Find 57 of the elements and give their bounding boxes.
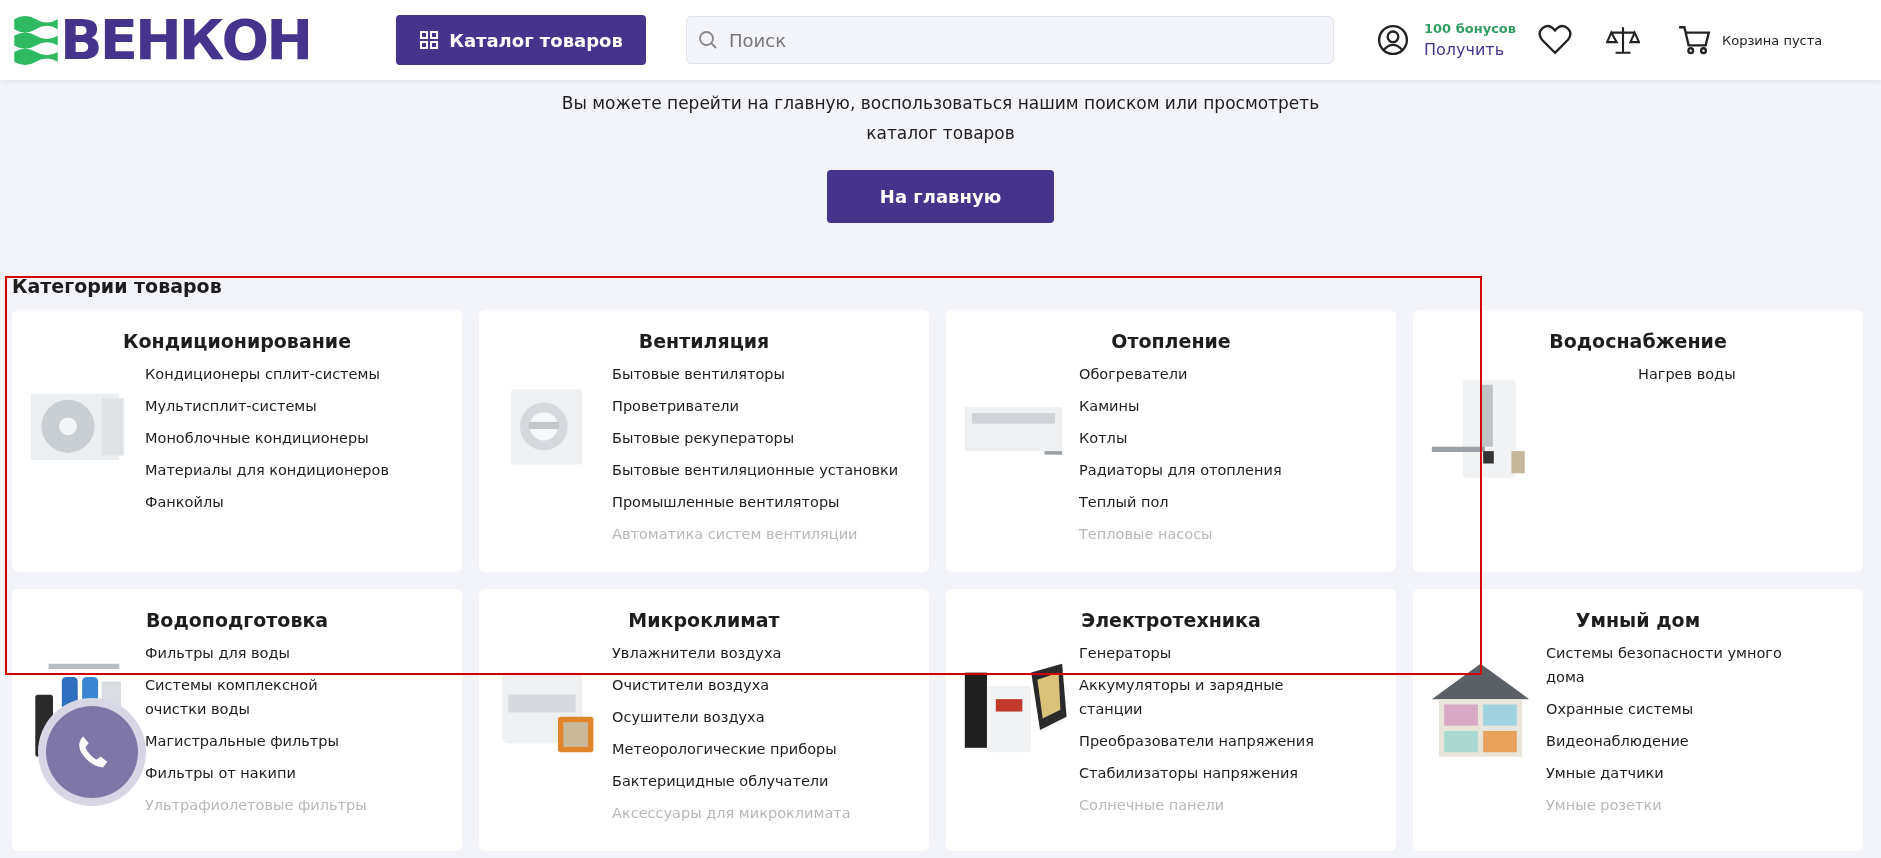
category-title[interactable]: Водоподготовка — [12, 609, 462, 631]
subcategory-link[interactable]: Обогреватели — [1079, 362, 1282, 386]
search-icon — [698, 30, 718, 50]
category-title[interactable]: Вентиляция — [479, 330, 929, 352]
subcategory-link[interactable]: Камины — [1079, 394, 1282, 418]
subcategory-link[interactable]: Стабилизаторы напряжения — [1079, 761, 1319, 785]
bonus-amount: 100 бонусов — [1424, 21, 1516, 36]
grid-icon — [419, 30, 440, 50]
subcategory-link[interactable]: Увлажнители воздуха — [612, 641, 851, 665]
subcategory-link[interactable]: Бытовые вентиляторы — [612, 362, 899, 386]
subcategory-link[interactable]: Генераторы — [1079, 641, 1319, 665]
subcategory-link[interactable]: Фильтры от накипи — [145, 761, 380, 785]
category-title[interactable]: Отопление — [946, 330, 1396, 352]
subcategory-link[interactable]: Очистители воздуха — [612, 673, 851, 697]
home-button[interactable]: На главную — [827, 170, 1054, 223]
category-title[interactable]: Водоснабжение — [1413, 330, 1863, 352]
subcategory-link[interactable]: Бытовые вентиляционные установки — [612, 458, 899, 482]
logo[interactable]: ВЕНКОН — [14, 14, 354, 66]
subcategory-link[interactable]: Мультисплит-системы — [145, 394, 389, 418]
subcategory-link[interactable]: Аккумуляторы и зарядные станции — [1079, 673, 1319, 721]
heart-icon[interactable] — [1538, 24, 1572, 56]
subcategory-link[interactable]: Фанкойлы — [145, 490, 389, 514]
category-title[interactable]: Электротехника — [946, 609, 1396, 631]
subcategory-link[interactable]: Материалы для кондиционеров — [145, 458, 389, 482]
subcategory-link[interactable]: Фильтры для воды — [145, 641, 380, 665]
subcategory-link[interactable]: Котлы — [1079, 426, 1282, 450]
info-text: Вы можете перейти на главную, воспользоваться нашим поиском или просмотреть каталог товаров — [560, 92, 1321, 145]
subcategory-link[interactable]: Кондиционеры сплит-системы — [145, 362, 389, 386]
catalog-button[interactable]: Каталог товаров — [396, 15, 646, 65]
subcategory-link[interactable]: Осушители воздуха — [612, 705, 851, 729]
cart-status[interactable]: Корзина пуста — [1722, 32, 1823, 48]
scales-icon[interactable] — [1606, 24, 1640, 56]
subcategory-link[interactable]: Преобразователи напряжения — [1079, 729, 1319, 753]
subcategory-link[interactable]: Проветриватели — [612, 394, 899, 418]
subcategory-link[interactable]: Теплый пол — [1079, 490, 1282, 514]
section-title: Категории товаров — [12, 275, 223, 297]
get-bonus-link[interactable]: Получить — [1424, 40, 1516, 59]
subcategory-link[interactable]: Моноблочные кондиционеры — [145, 426, 389, 450]
subcategory-link[interactable]: Системы комплексной очистки воды — [145, 673, 380, 721]
subcategory-link[interactable]: Нагрев воды — [1638, 362, 1736, 386]
category-title[interactable]: Кондиционирование — [12, 330, 462, 352]
category-title[interactable]: Микроклимат — [479, 609, 929, 631]
cart-icon[interactable] — [1678, 24, 1712, 56]
subcategory-link[interactable]: Промышленные вентиляторы — [612, 490, 899, 514]
user-icon[interactable] — [1376, 24, 1410, 56]
subcategory-link[interactable]: Радиаторы для отопления — [1079, 458, 1282, 482]
subcategory-link[interactable]: Системы безопасности умного дома — [1546, 641, 1786, 689]
subcategory-link[interactable]: Бытовые рекуператоры — [612, 426, 899, 450]
subcategory-link[interactable]: Бактерицидные облучатели — [612, 769, 851, 793]
search-field[interactable]: Поиск — [686, 16, 1334, 64]
subcategory-link[interactable]: Охранные системы — [1546, 697, 1786, 721]
subcategory-link[interactable]: Умные датчики — [1546, 761, 1786, 785]
subcategory-link[interactable]: Видеонаблюдение — [1546, 729, 1786, 753]
subcategory-link[interactable]: Метеорологические приборы — [612, 737, 851, 761]
category-title[interactable]: Умный дом — [1413, 609, 1863, 631]
waves-icon — [14, 15, 58, 65]
subcategory-link[interactable]: Магистральные фильтры — [145, 729, 380, 753]
